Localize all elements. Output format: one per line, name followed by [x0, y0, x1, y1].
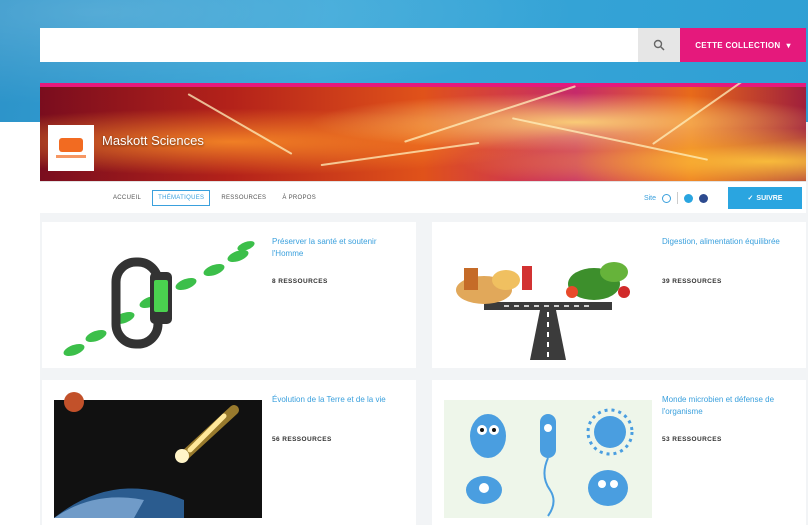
card-title[interactable]: Digestion, alimentation équilibrée: [662, 236, 794, 248]
divider: [677, 192, 678, 204]
scope-label: CETTE COLLECTION: [695, 40, 781, 50]
tab-a-propos[interactable]: À PROPOS: [277, 191, 321, 205]
chevron-down-icon: ▾: [786, 40, 791, 50]
theme-card[interactable]: Préserver la santé et soutenir l'Homme 8…: [42, 222, 416, 368]
brand-name[interactable]: Maskott Sciences: [102, 133, 204, 148]
facebook-icon[interactable]: [699, 193, 708, 203]
scope-dropdown[interactable]: CETTE COLLECTION ▾: [680, 28, 806, 62]
site-link[interactable]: Site: [644, 195, 656, 202]
theme-card[interactable]: Digestion, alimentation équilibrée 39 RE…: [432, 222, 806, 368]
tab-ressources[interactable]: RESSOURCES: [216, 191, 271, 205]
food-crossroads-icon: [444, 232, 652, 360]
follow-label: SUIVRE: [756, 194, 783, 202]
resource-count: 53 RESSOURCES: [662, 436, 722, 443]
resource-count: 8 RESSOURCES: [272, 278, 328, 285]
search-icon: [653, 39, 665, 51]
follow-button[interactable]: ✓ SUIVRE: [728, 187, 802, 209]
collection-header: Maskott Sciences ACCUEIL THÉMATIQUES RES…: [40, 83, 806, 213]
tab-bar: ACCUEIL THÉMATIQUES RESSOURCES À PROPOS …: [40, 181, 806, 213]
microbes-icon: [444, 390, 652, 518]
resource-count: 39 RESSOURCES: [662, 278, 722, 285]
theme-card[interactable]: Évolution de la Terre et de la vie 56 RE…: [42, 380, 416, 525]
search-button[interactable]: [638, 28, 680, 62]
resource-count: 56 RESSOURCES: [272, 436, 332, 443]
tab-accueil[interactable]: ACCUEIL: [108, 191, 146, 205]
brand-logo[interactable]: [48, 125, 94, 171]
meteor-earth-icon: [54, 390, 262, 518]
card-title[interactable]: Évolution de la Terre et de la vie: [272, 394, 404, 406]
tab-thematiques[interactable]: THÉMATIQUES: [152, 189, 211, 206]
card-title[interactable]: Monde microbien et défense de l'organism…: [662, 394, 794, 417]
card-title[interactable]: Préserver la santé et soutenir l'Homme: [272, 236, 404, 259]
fitness-tracker-icon: [54, 232, 262, 360]
search-input[interactable]: [40, 28, 638, 62]
header-actions: Site ✓ SUIVRE: [644, 186, 802, 210]
theme-card[interactable]: Monde microbien et défense de l'organism…: [432, 380, 806, 525]
external-link-icon[interactable]: [662, 193, 671, 203]
search-bar: CETTE COLLECTION ▾: [40, 28, 806, 62]
banner-image: Maskott Sciences: [40, 83, 806, 181]
left-margin: [0, 122, 40, 525]
check-icon: ✓: [747, 195, 754, 202]
google-plus-icon[interactable]: [684, 193, 693, 203]
